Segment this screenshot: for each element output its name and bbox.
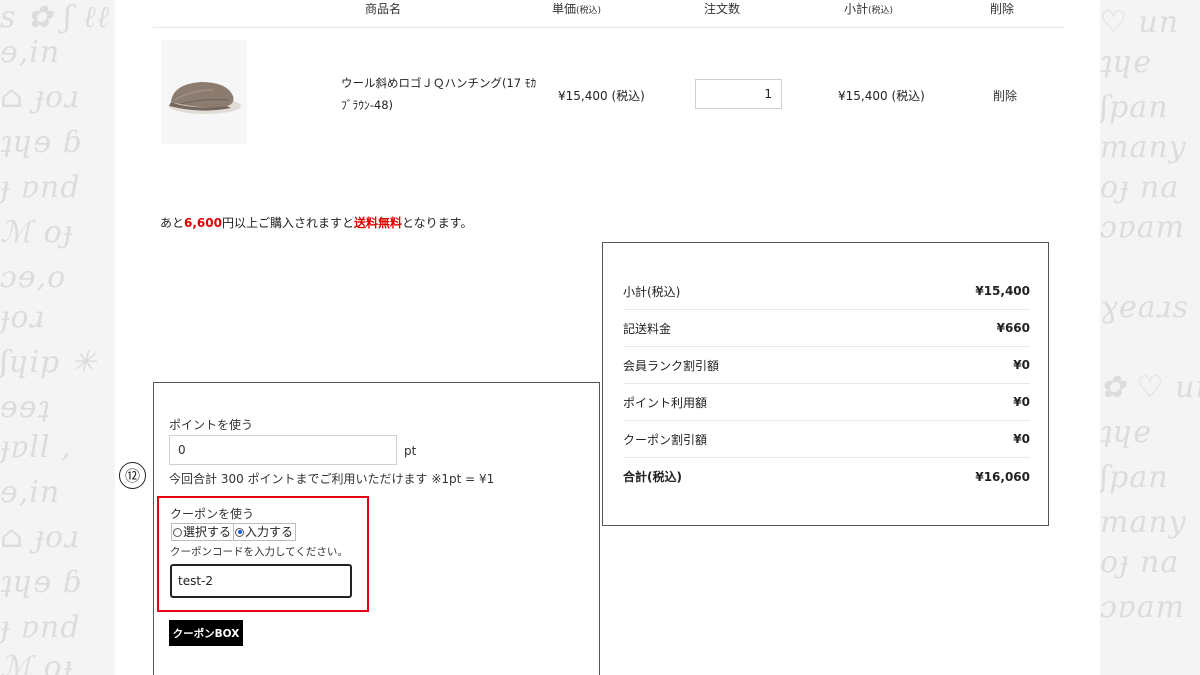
step-marker: ⑫ bbox=[119, 462, 146, 489]
points-unit: pt bbox=[404, 444, 417, 458]
item-subtotal: ¥15,400 (税込) bbox=[838, 89, 925, 103]
summary-row-rank-discount: 会員ランク割引額 ¥0 bbox=[623, 347, 1030, 384]
points-note: 今回合計 300 ポイントまでご利用いただけます ※1pt = ¥1 bbox=[169, 472, 495, 486]
cart-main-area: 商品名 単価(税込) 注文数 小計(税込) 削除 ウール斜めロゴＪＱハンチング(… bbox=[115, 0, 1100, 675]
coupon-option-select[interactable]: 選択する bbox=[172, 524, 233, 540]
product-name[interactable]: ウール斜めロゴＪＱハンチング(17 ﾓｶ ﾌﾞﾗｳﾝ-48) bbox=[341, 72, 541, 116]
coupon-box-button[interactable]: クーポンBOX bbox=[169, 620, 243, 646]
free-shipping-note: あと6,600円以上ご購入されますと送料無料となります。 bbox=[160, 216, 473, 230]
unit-price: ¥15,400 (税込) bbox=[558, 89, 645, 103]
hunting-cap-icon bbox=[169, 82, 241, 114]
header-divider bbox=[153, 27, 1065, 28]
summary-row-coupon-discount: クーポン割引額 ¥0 bbox=[623, 421, 1030, 458]
header-product-name: 商品名 bbox=[365, 2, 402, 16]
coupon-instruction: クーポンコードを入力してください。 bbox=[170, 546, 348, 558]
left-decor-panel: ꜱ ✿ ʃ ℓℓ ɘ,in ⌂ ɟoɹ ʇɥɘ ɓ ɟ ɐnd ℳ oɟ ɔɘ,… bbox=[0, 0, 115, 675]
summary-row-total: 合計(税込) ¥16,060 bbox=[623, 469, 1030, 485]
coupon-code-input[interactable] bbox=[170, 564, 352, 598]
points-coupon-box: ポイントを使う pt 今回合計 300 ポイントまでご利用いただけます ※1pt… bbox=[153, 382, 600, 675]
header-delete: 削除 bbox=[990, 2, 1015, 16]
right-decor-panel: ♡ un ʇɥe ʃpan many oɟ na ɔɐam ɣeaɹs ✿ ♡ … bbox=[1100, 0, 1200, 675]
coupon-mode-radio-group: 選択する 入力する bbox=[171, 523, 297, 541]
coupon-option-input[interactable]: 入力する bbox=[233, 524, 295, 540]
header-subtotal: 小計(税込) bbox=[844, 2, 894, 16]
points-input[interactable] bbox=[169, 435, 397, 465]
points-title: ポイントを使う bbox=[169, 418, 254, 432]
radio-checked-icon[interactable] bbox=[235, 527, 245, 537]
coupon-highlight-frame: クーポンを使う 選択する 入力する クーポンコードを入力してください。 bbox=[157, 496, 369, 612]
summary-row-shipping: 記送料金 ¥660 bbox=[623, 310, 1030, 347]
header-unit-price: 単価(税込) bbox=[552, 2, 602, 16]
coupon-title: クーポンを使う bbox=[170, 507, 255, 521]
product-image[interactable] bbox=[161, 40, 247, 144]
summary-row-subtotal: 小計(税込) ¥15,400 bbox=[623, 273, 1030, 310]
delete-item-link[interactable]: 削除 bbox=[993, 87, 1017, 104]
summary-row-points-used: ポイント利用額 ¥0 bbox=[623, 384, 1030, 421]
order-summary-box: 小計(税込) ¥15,400 記送料金 ¥660 会員ランク割引額 ¥0 ポイント利用… bbox=[602, 242, 1049, 526]
quantity-input[interactable] bbox=[695, 79, 782, 109]
radio-unchecked-icon[interactable] bbox=[173, 527, 182, 537]
header-quantity: 注文数 bbox=[704, 2, 741, 16]
